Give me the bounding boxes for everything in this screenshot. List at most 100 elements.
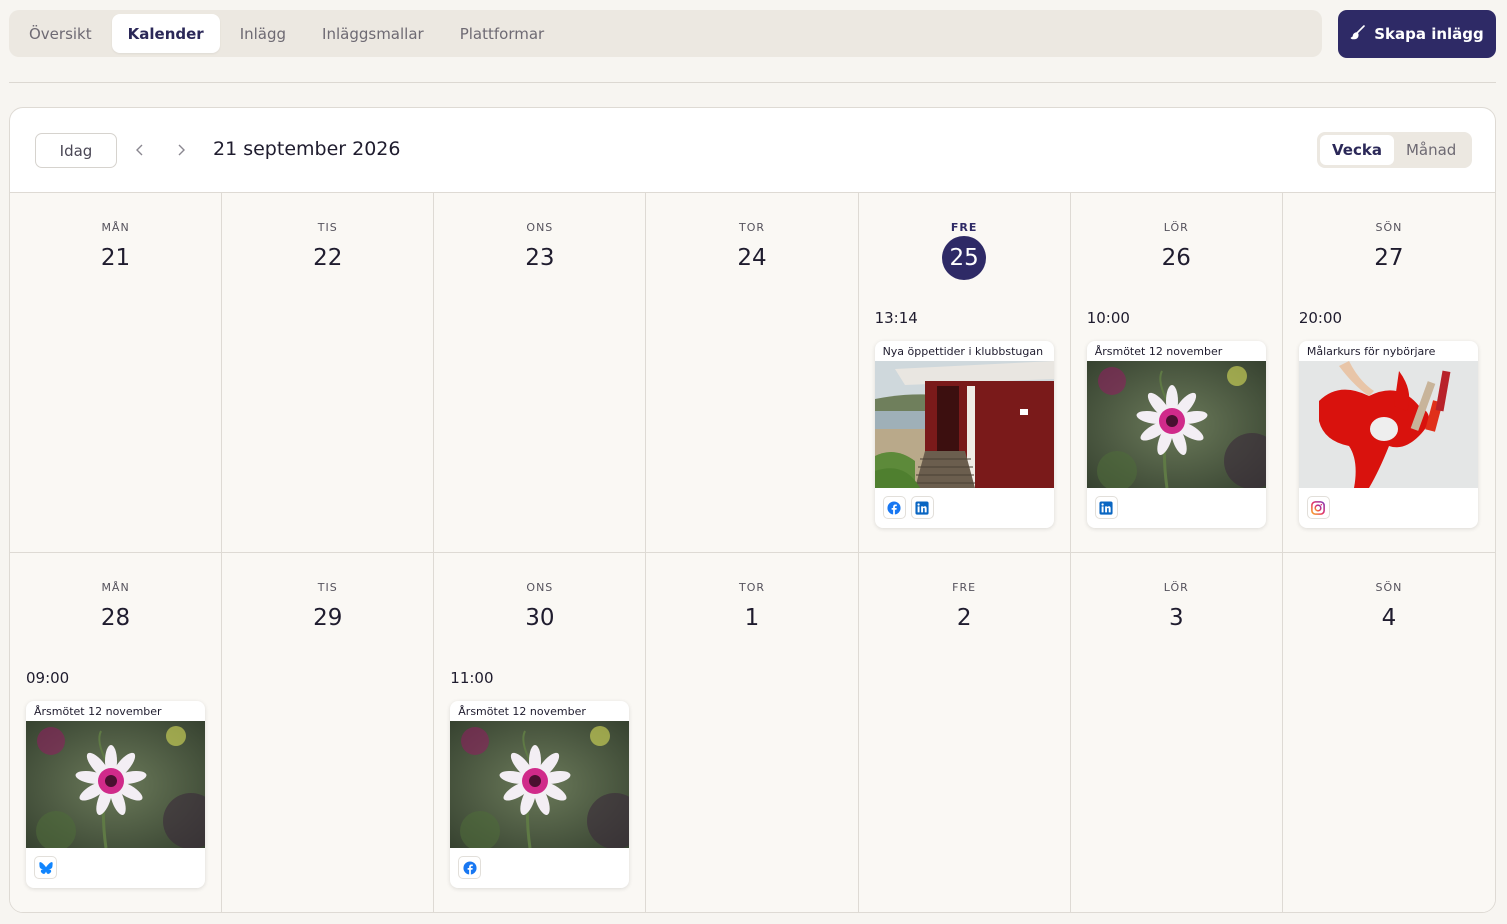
weekday-label: SÖN bbox=[1375, 581, 1403, 594]
day-cell[interactable]: FRE 2 bbox=[859, 553, 1071, 912]
weekday-label: FRE bbox=[952, 581, 977, 594]
view-toggle: Vecka Månad bbox=[1317, 132, 1472, 168]
date-number: 30 bbox=[434, 605, 645, 631]
facebook-icon bbox=[458, 856, 482, 879]
date-number-text: 25 bbox=[942, 236, 987, 280]
post-time: 20:00 bbox=[1298, 309, 1343, 327]
day-cell[interactable]: TOR 1 bbox=[646, 553, 859, 912]
post-card[interactable]: Nya öppettider i klubbstugan bbox=[874, 341, 1054, 528]
post-title: Årsmötet 12 november bbox=[34, 705, 162, 718]
day-cell[interactable]: TIS 29 bbox=[222, 553, 435, 912]
post-time: 11:00 bbox=[450, 669, 494, 687]
date-number-text: 4 bbox=[1381, 605, 1397, 631]
day-cell[interactable]: MÅN 28 09:00 Årsmötet 12 november bbox=[10, 553, 223, 912]
create-post-label: Skapa inlägg bbox=[1374, 25, 1484, 43]
date-number-text: 3 bbox=[1168, 605, 1184, 631]
linkedin-icon bbox=[1094, 496, 1118, 519]
date-number: 22 bbox=[222, 245, 433, 271]
weekday-label: ONS bbox=[526, 221, 554, 234]
date-number: 3 bbox=[1071, 605, 1282, 631]
instagram-icon bbox=[1306, 496, 1330, 519]
post-title: Målarkurs för nybörjare bbox=[1306, 345, 1436, 358]
day-cell[interactable]: LÖR 26 10:00 Årsmötet 12 november bbox=[1070, 193, 1283, 553]
post-card[interactable]: Målarkurs för nybörjare bbox=[1298, 341, 1478, 528]
post-time: 10:00 bbox=[1086, 309, 1130, 327]
weekday-label: LÖR bbox=[1163, 581, 1189, 594]
post-image bbox=[1086, 361, 1266, 488]
calendar: Idag 21 september 2026 Vecka Månad MÅN 21… bbox=[9, 107, 1496, 913]
weekday-label: FRE bbox=[950, 221, 978, 234]
date-number-text: 22 bbox=[313, 245, 343, 271]
date-number-text: 23 bbox=[525, 245, 555, 271]
view-month-option[interactable]: Månad bbox=[1394, 135, 1468, 165]
day-cell[interactable]: FRE 25 13:14 Nya öppettider i klubbstugan bbox=[858, 193, 1071, 553]
date-number: 2 bbox=[859, 605, 1070, 631]
date-number: 21 bbox=[10, 245, 221, 271]
tab-kalender[interactable]: Kalender bbox=[111, 14, 220, 53]
weekday-label: ONS bbox=[526, 581, 554, 594]
tab-inlagg[interactable]: Inlägg bbox=[224, 14, 302, 53]
date-number-text: 27 bbox=[1374, 245, 1404, 271]
day-cell[interactable]: TOR 24 bbox=[646, 193, 859, 553]
chevron-left-icon[interactable] bbox=[130, 140, 150, 160]
create-post-button[interactable]: Skapa inlägg bbox=[1338, 10, 1496, 58]
date-number: 29 bbox=[222, 605, 433, 631]
date-number-text: 28 bbox=[100, 605, 131, 631]
date-number: 24 bbox=[646, 245, 857, 271]
post-card[interactable]: Årsmötet 12 november bbox=[450, 701, 630, 888]
tab-oversikt[interactable]: Översikt bbox=[13, 14, 108, 53]
view-week-option[interactable]: Vecka bbox=[1320, 135, 1394, 165]
post-image bbox=[1298, 361, 1478, 488]
day-cell[interactable]: ONS 30 11:00 Årsmötet 12 november bbox=[434, 553, 647, 912]
chevron-right-icon[interactable] bbox=[171, 140, 191, 160]
post-time: 13:14 bbox=[874, 309, 918, 327]
date-number-text: 1 bbox=[744, 605, 760, 631]
post-time: 09:00 bbox=[26, 669, 70, 687]
date-number: 4 bbox=[1283, 605, 1495, 631]
brush-icon bbox=[1350, 24, 1366, 44]
tab-plattformar[interactable]: Plattformar bbox=[444, 14, 561, 53]
post-image bbox=[26, 721, 205, 848]
post-card[interactable]: Årsmötet 12 november bbox=[26, 701, 205, 888]
platform-icons bbox=[1087, 488, 1266, 527]
today-button[interactable]: Idag bbox=[35, 133, 117, 168]
divider bbox=[9, 82, 1496, 83]
date-number-text: 2 bbox=[956, 605, 972, 631]
current-date-title: 21 september 2026 bbox=[213, 138, 401, 160]
day-cell[interactable]: ONS 23 bbox=[434, 193, 647, 553]
weekday-label: MÅN bbox=[101, 581, 130, 594]
facebook-icon bbox=[882, 496, 906, 519]
date-number: 28 bbox=[10, 605, 221, 631]
post-title: Årsmötet 12 november bbox=[458, 705, 586, 718]
weekday-label: MÅN bbox=[101, 221, 130, 234]
day-cell[interactable]: SÖN 27 20:00 Målarkurs för nybörjare bbox=[1282, 193, 1495, 553]
post-image bbox=[450, 721, 630, 848]
weekday-label: TIS bbox=[317, 581, 338, 594]
weekday-label: TOR bbox=[738, 581, 765, 594]
day-cell[interactable]: TIS 22 bbox=[222, 193, 435, 553]
weekday-label: TOR bbox=[738, 221, 765, 234]
date-number-text: 30 bbox=[525, 605, 555, 631]
weekday-label: LÖR bbox=[1163, 221, 1189, 234]
day-cell[interactable]: LÖR 3 bbox=[1071, 553, 1283, 912]
date-number: 27 bbox=[1283, 245, 1495, 271]
main-tabs: Översikt Kalender Inlägg Inläggsmallar P… bbox=[9, 10, 1322, 57]
platform-icons bbox=[450, 848, 629, 887]
date-number-text: 29 bbox=[313, 605, 343, 631]
platform-icons bbox=[26, 848, 205, 887]
date-number-text: 21 bbox=[100, 245, 131, 271]
post-title: Årsmötet 12 november bbox=[1094, 345, 1223, 358]
post-title: Nya öppettider i klubbstugan bbox=[882, 345, 1044, 358]
bluesky-icon bbox=[34, 856, 57, 879]
platform-icons bbox=[1299, 488, 1478, 527]
tab-inlaggsmallar[interactable]: Inläggsmallar bbox=[306, 14, 440, 53]
post-card[interactable]: Årsmötet 12 november bbox=[1086, 341, 1266, 528]
date-number-text: 26 bbox=[1161, 245, 1191, 271]
date-number-text: 24 bbox=[737, 245, 767, 271]
calendar-grid: MÅN 21 TIS 22 ONS 23 TOR 24 FRE 25 13:14 Nya öppett… bbox=[10, 193, 1495, 912]
day-cell[interactable]: MÅN 21 bbox=[10, 193, 223, 553]
weekday-label: TIS bbox=[317, 221, 338, 234]
date-number: 1 bbox=[646, 605, 857, 631]
day-cell[interactable]: SÖN 4 bbox=[1283, 553, 1495, 912]
post-image bbox=[874, 361, 1054, 488]
